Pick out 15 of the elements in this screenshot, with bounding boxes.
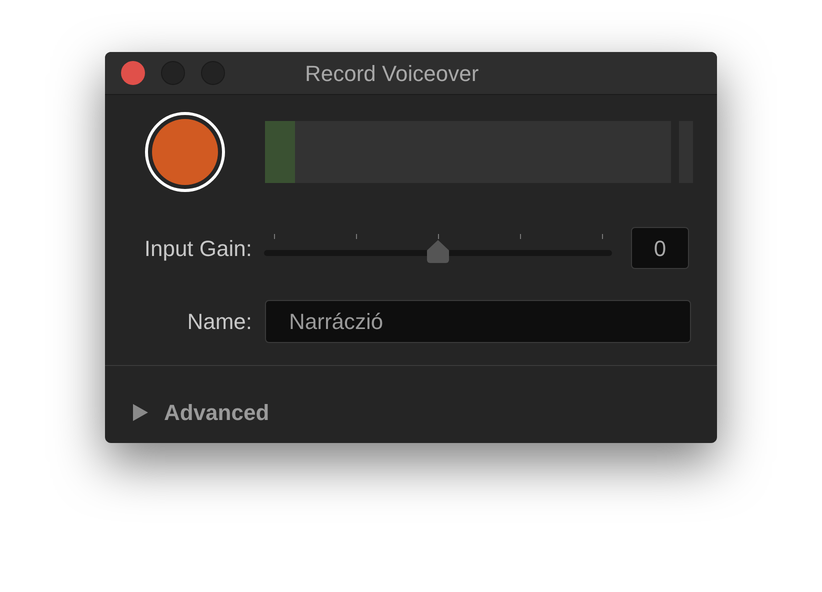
input-gain-label: Input Gain: — [143, 234, 253, 263]
gain-slider[interactable] — [264, 233, 612, 263]
tick-mark — [602, 234, 603, 239]
slider-thumb[interactable] — [427, 240, 449, 263]
window-title: Record Voiceover — [305, 60, 479, 88]
tick-mark — [520, 234, 521, 239]
name-label: Name: — [186, 308, 253, 336]
gain-value-field[interactable]: 0 — [631, 227, 689, 269]
record-button[interactable] — [145, 112, 225, 192]
advanced-disclosure[interactable]: Advanced — [133, 396, 717, 429]
name-field[interactable]: Narráczió — [265, 300, 691, 343]
close-button[interactable] — [121, 61, 145, 85]
tick-mark — [356, 234, 358, 239]
tick-mark — [274, 234, 276, 239]
tick-mark — [438, 234, 439, 239]
